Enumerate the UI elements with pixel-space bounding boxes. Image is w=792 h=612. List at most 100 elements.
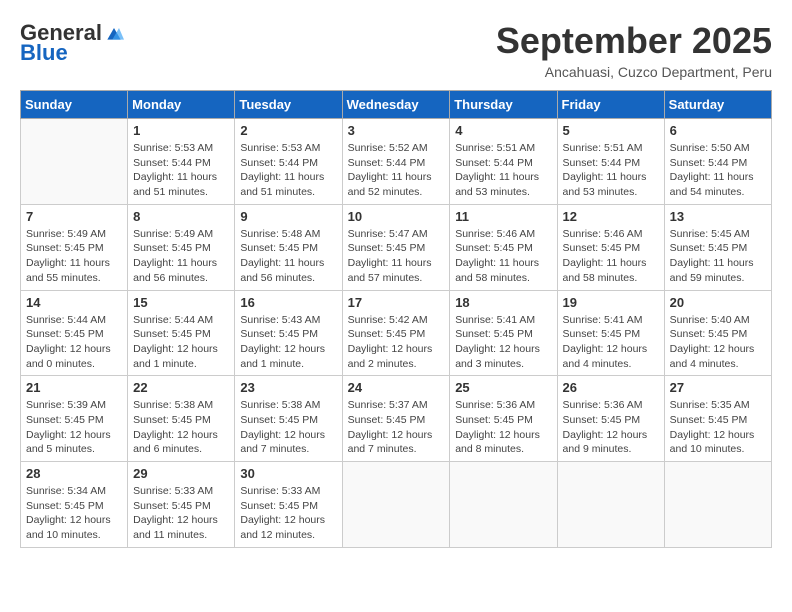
page-header: General Blue September 2025 Ancahuasi, C… xyxy=(20,20,772,80)
day-info: Sunrise: 5:33 AM Sunset: 5:45 PM Dayligh… xyxy=(133,484,229,543)
calendar-day-cell xyxy=(557,462,664,548)
day-info: Sunrise: 5:39 AM Sunset: 5:45 PM Dayligh… xyxy=(26,398,122,457)
calendar-day-cell: 16 Sunrise: 5:43 AM Sunset: 5:45 PM Dayli… xyxy=(235,290,342,376)
logo-icon xyxy=(104,23,124,43)
calendar-week-row: 21 Sunrise: 5:39 AM Sunset: 5:45 PM Dayli… xyxy=(21,376,772,462)
calendar-day-cell xyxy=(21,119,128,205)
day-info: Sunrise: 5:49 AM Sunset: 5:45 PM Dayligh… xyxy=(26,227,122,286)
day-number: 7 xyxy=(26,209,122,224)
day-number: 10 xyxy=(348,209,445,224)
day-info: Sunrise: 5:49 AM Sunset: 5:45 PM Dayligh… xyxy=(133,227,229,286)
calendar-week-row: 28 Sunrise: 5:34 AM Sunset: 5:45 PM Dayli… xyxy=(21,462,772,548)
calendar-day-cell: 18 Sunrise: 5:41 AM Sunset: 5:45 PM Dayli… xyxy=(450,290,557,376)
calendar-day-cell: 13 Sunrise: 5:45 AM Sunset: 5:45 PM Dayli… xyxy=(664,204,771,290)
day-number: 5 xyxy=(563,123,659,138)
day-number: 19 xyxy=(563,295,659,310)
calendar-day-cell: 11Sunrise: 5:46 AM Sunset: 5:45 PM Dayli… xyxy=(450,204,557,290)
day-info: Sunrise: 5:36 AM Sunset: 5:45 PM Dayligh… xyxy=(455,398,551,457)
day-info: Sunrise: 5:52 AM Sunset: 5:44 PM Dayligh… xyxy=(348,141,445,200)
calendar-day-cell: 7 Sunrise: 5:49 AM Sunset: 5:45 PM Daylig… xyxy=(21,204,128,290)
day-number: 29 xyxy=(133,466,229,481)
day-info: Sunrise: 5:51 AM Sunset: 5:44 PM Dayligh… xyxy=(455,141,551,200)
calendar-day-cell: 9Sunrise: 5:48 AM Sunset: 5:45 PM Daylig… xyxy=(235,204,342,290)
day-number: 13 xyxy=(670,209,766,224)
day-number: 3 xyxy=(348,123,445,138)
day-number: 28 xyxy=(26,466,122,481)
day-info: Sunrise: 5:33 AM Sunset: 5:45 PM Dayligh… xyxy=(240,484,336,543)
calendar-week-row: 1Sunrise: 5:53 AM Sunset: 5:44 PM Daylig… xyxy=(21,119,772,205)
weekday-header: Wednesday xyxy=(342,91,450,119)
calendar-day-cell: 12 Sunrise: 5:46 AM Sunset: 5:45 PM Dayli… xyxy=(557,204,664,290)
day-info: Sunrise: 5:51 AM Sunset: 5:44 PM Dayligh… xyxy=(563,141,659,200)
day-info: Sunrise: 5:41 AM Sunset: 5:45 PM Dayligh… xyxy=(563,313,659,372)
calendar-day-cell: 26Sunrise: 5:36 AM Sunset: 5:45 PM Dayli… xyxy=(557,376,664,462)
calendar-day-cell: 14 Sunrise: 5:44 AM Sunset: 5:45 PM Dayli… xyxy=(21,290,128,376)
month-title: September 2025 xyxy=(496,20,772,62)
day-number: 15 xyxy=(133,295,229,310)
day-number: 2 xyxy=(240,123,336,138)
calendar-week-row: 7 Sunrise: 5:49 AM Sunset: 5:45 PM Daylig… xyxy=(21,204,772,290)
calendar-day-cell: 2 Sunrise: 5:53 AM Sunset: 5:44 PM Daylig… xyxy=(235,119,342,205)
calendar-week-row: 14 Sunrise: 5:44 AM Sunset: 5:45 PM Dayli… xyxy=(21,290,772,376)
day-number: 14 xyxy=(26,295,122,310)
day-info: Sunrise: 5:50 AM Sunset: 5:44 PM Dayligh… xyxy=(670,141,766,200)
calendar-day-cell xyxy=(342,462,450,548)
weekday-header: Monday xyxy=(128,91,235,119)
day-info: Sunrise: 5:43 AM Sunset: 5:45 PM Dayligh… xyxy=(240,313,336,372)
day-info: Sunrise: 5:38 AM Sunset: 5:45 PM Dayligh… xyxy=(240,398,336,457)
calendar-day-cell: 17 Sunrise: 5:42 AM Sunset: 5:45 PM Dayli… xyxy=(342,290,450,376)
weekday-header: Sunday xyxy=(21,91,128,119)
day-info: Sunrise: 5:44 AM Sunset: 5:45 PM Dayligh… xyxy=(133,313,229,372)
weekday-header: Friday xyxy=(557,91,664,119)
day-info: Sunrise: 5:34 AM Sunset: 5:45 PM Dayligh… xyxy=(26,484,122,543)
day-info: Sunrise: 5:47 AM Sunset: 5:45 PM Dayligh… xyxy=(348,227,445,286)
day-number: 30 xyxy=(240,466,336,481)
weekday-header: Thursday xyxy=(450,91,557,119)
day-number: 6 xyxy=(670,123,766,138)
day-info: Sunrise: 5:41 AM Sunset: 5:45 PM Dayligh… xyxy=(455,313,551,372)
calendar-day-cell: 22 Sunrise: 5:38 AM Sunset: 5:45 PM Dayli… xyxy=(128,376,235,462)
day-number: 26 xyxy=(563,380,659,395)
day-info: Sunrise: 5:46 AM Sunset: 5:45 PM Dayligh… xyxy=(455,227,551,286)
day-info: Sunrise: 5:35 AM Sunset: 5:45 PM Dayligh… xyxy=(670,398,766,457)
weekday-header: Tuesday xyxy=(235,91,342,119)
calendar-day-cell: 3 Sunrise: 5:52 AM Sunset: 5:44 PM Daylig… xyxy=(342,119,450,205)
calendar-day-cell: 29 Sunrise: 5:33 AM Sunset: 5:45 PM Dayli… xyxy=(128,462,235,548)
calendar-day-cell: 23 Sunrise: 5:38 AM Sunset: 5:45 PM Dayli… xyxy=(235,376,342,462)
day-number: 17 xyxy=(348,295,445,310)
day-number: 22 xyxy=(133,380,229,395)
calendar-day-cell: 21 Sunrise: 5:39 AM Sunset: 5:45 PM Dayli… xyxy=(21,376,128,462)
calendar-day-cell: 6 Sunrise: 5:50 AM Sunset: 5:44 PM Daylig… xyxy=(664,119,771,205)
logo: General Blue xyxy=(20,20,124,66)
calendar-day-cell: 10 Sunrise: 5:47 AM Sunset: 5:45 PM Dayli… xyxy=(342,204,450,290)
day-number: 20 xyxy=(670,295,766,310)
calendar-day-cell: 19 Sunrise: 5:41 AM Sunset: 5:45 PM Dayli… xyxy=(557,290,664,376)
day-number: 21 xyxy=(26,380,122,395)
day-number: 9 xyxy=(240,209,336,224)
day-number: 23 xyxy=(240,380,336,395)
calendar-day-cell xyxy=(450,462,557,548)
calendar-day-cell: 4Sunrise: 5:51 AM Sunset: 5:44 PM Daylig… xyxy=(450,119,557,205)
calendar-day-cell: 25Sunrise: 5:36 AM Sunset: 5:45 PM Dayli… xyxy=(450,376,557,462)
calendar-day-cell: 24 Sunrise: 5:37 AM Sunset: 5:45 PM Dayli… xyxy=(342,376,450,462)
day-number: 12 xyxy=(563,209,659,224)
calendar-day-cell: 20Sunrise: 5:40 AM Sunset: 5:45 PM Dayli… xyxy=(664,290,771,376)
calendar-header-row: SundayMondayTuesdayWednesdayThursdayFrid… xyxy=(21,91,772,119)
day-info: Sunrise: 5:42 AM Sunset: 5:45 PM Dayligh… xyxy=(348,313,445,372)
title-block: September 2025 Ancahuasi, Cuzco Departme… xyxy=(496,20,772,80)
day-number: 24 xyxy=(348,380,445,395)
calendar-day-cell: 27Sunrise: 5:35 AM Sunset: 5:45 PM Dayli… xyxy=(664,376,771,462)
day-info: Sunrise: 5:38 AM Sunset: 5:45 PM Dayligh… xyxy=(133,398,229,457)
calendar-day-cell: 8Sunrise: 5:49 AM Sunset: 5:45 PM Daylig… xyxy=(128,204,235,290)
day-number: 18 xyxy=(455,295,551,310)
day-info: Sunrise: 5:45 AM Sunset: 5:45 PM Dayligh… xyxy=(670,227,766,286)
day-info: Sunrise: 5:37 AM Sunset: 5:45 PM Dayligh… xyxy=(348,398,445,457)
calendar-day-cell: 1Sunrise: 5:53 AM Sunset: 5:44 PM Daylig… xyxy=(128,119,235,205)
calendar-table: SundayMondayTuesdayWednesdayThursdayFrid… xyxy=(20,90,772,548)
day-number: 16 xyxy=(240,295,336,310)
day-info: Sunrise: 5:46 AM Sunset: 5:45 PM Dayligh… xyxy=(563,227,659,286)
calendar-day-cell: 15 Sunrise: 5:44 AM Sunset: 5:45 PM Dayli… xyxy=(128,290,235,376)
calendar-day-cell xyxy=(664,462,771,548)
day-info: Sunrise: 5:53 AM Sunset: 5:44 PM Dayligh… xyxy=(240,141,336,200)
day-info: Sunrise: 5:44 AM Sunset: 5:45 PM Dayligh… xyxy=(26,313,122,372)
